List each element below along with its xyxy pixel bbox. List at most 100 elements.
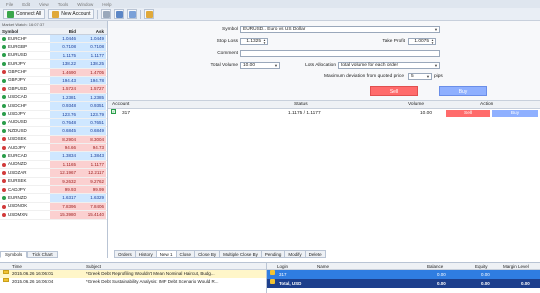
- menu-view[interactable]: View: [39, 2, 49, 7]
- trend-down-icon: [2, 87, 6, 92]
- tab-delete[interactable]: Delete: [304, 250, 326, 258]
- col-symbol[interactable]: Symbol: [0, 28, 50, 34]
- news-panel: Time Subject 2015.06.26 16:06:01 *Greek …: [0, 262, 266, 293]
- row-bid: 194.43: [50, 76, 78, 85]
- tab-pending[interactable]: Pending: [260, 250, 285, 258]
- row-ask: 12.2117: [78, 169, 106, 177]
- tab-multiple-close-by[interactable]: Multiple Close By: [219, 250, 261, 258]
- news-subject: *Greek Debt Reprofiling Wouldn't Mean No…: [86, 271, 215, 276]
- account-icon: [270, 270, 275, 275]
- col-ask[interactable]: Ask: [78, 28, 106, 34]
- tab-close[interactable]: Close: [175, 250, 195, 258]
- toolbar-button-2[interactable]: [114, 9, 125, 19]
- col-bid[interactable]: Bid: [50, 28, 78, 34]
- row-bid: 1.3834: [50, 152, 78, 160]
- spinner-icon[interactable]: ▲ ▼: [431, 39, 434, 45]
- row-symbol: EURCHF: [0, 35, 50, 42]
- stop-loss-label: Stop Loss: [216, 39, 238, 44]
- symbol-name: USDNOK: [8, 203, 28, 209]
- symbol-name: CADJPY: [8, 186, 26, 192]
- row-symbol: AUDJPY: [0, 144, 50, 151]
- symbol-name: EURCHF: [8, 35, 27, 41]
- menu-file[interactable]: File: [6, 2, 13, 7]
- row-ask: 0.7651: [78, 118, 106, 127]
- row-symbol: USDZAR: [0, 169, 50, 176]
- col-status[interactable]: Status: [294, 101, 308, 109]
- symbol-select[interactable]: EURUSD.. Euro vs US Dollar ▼: [240, 26, 440, 33]
- tab-new[interactable]: New 1: [155, 250, 176, 258]
- deviation-select[interactable]: 5 ▼: [408, 73, 432, 80]
- spinner-icon[interactable]: ▲ ▼: [263, 39, 266, 45]
- row-bid: 99.93: [50, 186, 78, 194]
- tab-close-by[interactable]: Close By: [194, 250, 220, 258]
- trend-up-icon: [2, 196, 6, 201]
- connect-all-button[interactable]: Connect All: [3, 9, 46, 19]
- market-watch-panel: Market Watch: 16:07:37 Symbol Bid Ask EU…: [0, 21, 108, 258]
- table-row[interactable]: ✓ 317 1.1175 / 1.1177 10.00 Sell Buy: [108, 109, 540, 118]
- row-checkbox[interactable]: ✓: [111, 109, 116, 114]
- row-ask: 1.0449: [78, 35, 106, 43]
- connect-all-label: Connect All: [16, 11, 42, 17]
- trend-up-icon: [2, 36, 6, 41]
- tab-history[interactable]: History: [134, 250, 156, 258]
- row-ask: 8.3004: [78, 135, 106, 144]
- col-margin-level[interactable]: Margin Level: [503, 263, 529, 270]
- row-symbol: AUDUSD: [0, 119, 50, 126]
- tab-orders[interactable]: Orders: [114, 250, 135, 258]
- sell-button[interactable]: Sell: [370, 86, 418, 96]
- tab-symbols[interactable]: Symbols: [0, 251, 28, 258]
- row-symbol: USDCHF: [0, 102, 50, 109]
- row-symbol: EURCAD: [0, 152, 50, 159]
- col-action[interactable]: Action: [480, 101, 493, 109]
- menu-tools[interactable]: Tools: [58, 2, 69, 7]
- toolbar-divider-2: [140, 9, 142, 19]
- col-subject[interactable]: Subject: [86, 263, 101, 270]
- trend-up-icon: [2, 120, 6, 125]
- news-row[interactable]: 2015.06.26 16:06:04 *Greek Debt Sustaina…: [0, 278, 266, 286]
- menu-edit[interactable]: Edit: [22, 2, 30, 7]
- col-account[interactable]: Account: [112, 101, 129, 109]
- col-login[interactable]: Login: [277, 263, 288, 270]
- menu-help[interactable]: Help: [102, 2, 111, 7]
- col-volume[interactable]: Volume: [408, 101, 424, 109]
- buy-button[interactable]: Buy: [439, 86, 487, 96]
- menu-window[interactable]: Window: [77, 2, 93, 7]
- row-ask: 0.9351: [78, 102, 106, 110]
- market-watch-tabs: Symbols Tick Chart: [0, 251, 58, 258]
- row-ask: 15.4140: [78, 211, 106, 219]
- tab-tick-chart[interactable]: Tick Chart: [27, 251, 58, 258]
- row-ask: 9.2762: [78, 177, 106, 186]
- toolbar-button-1[interactable]: [101, 9, 112, 19]
- symbol-value: EURUSD.. Euro vs US Dollar: [243, 27, 306, 32]
- envelope-icon: [3, 270, 9, 274]
- stop-loss-input[interactable]: 1.1325 ▲ ▼: [240, 38, 268, 45]
- trend-up-icon: [2, 78, 6, 83]
- col-equity[interactable]: Equity: [475, 263, 488, 270]
- row-buy-button[interactable]: Buy: [492, 110, 538, 117]
- row-bid: 1.4690: [50, 68, 78, 76]
- col-name[interactable]: Name: [317, 263, 329, 270]
- take-profit-value: 1.0075: [414, 39, 429, 44]
- symbol-name: EURJPY: [8, 60, 26, 66]
- news-row[interactable]: 2015.06.26 16:06:01 *Greek Debt Reprofil…: [0, 270, 266, 278]
- market-watch-row[interactable]: USDMXN 15.3980 15.4140: [0, 211, 107, 220]
- row-symbol: EURJPY: [0, 60, 50, 67]
- take-profit-input[interactable]: 1.0075 ▲ ▼: [408, 38, 436, 45]
- col-balance[interactable]: Balance: [427, 263, 443, 270]
- toolbar-button-3[interactable]: [127, 9, 138, 19]
- tab-modify[interactable]: Modify: [284, 250, 305, 258]
- chevron-down-icon: ▼: [434, 63, 438, 68]
- total-volume-select[interactable]: 10.00 ▼: [240, 62, 280, 69]
- new-account-button[interactable]: New Account: [48, 9, 95, 19]
- col-time[interactable]: Time: [12, 263, 22, 270]
- row-symbol: AUDNZD: [0, 161, 50, 168]
- account-row[interactable]: 317 0.00 0.00: [267, 270, 540, 279]
- row-ask: 123.79: [78, 110, 106, 118]
- comment-input[interactable]: [240, 50, 440, 57]
- account-total-row[interactable]: Total, USD 0.00 0.00 0.00: [267, 279, 540, 288]
- toolbar-button-4[interactable]: [144, 9, 155, 19]
- row-sell-button[interactable]: Sell: [446, 110, 490, 117]
- row-symbol: USDMXN: [0, 211, 50, 218]
- toolbar-divider: [97, 9, 99, 19]
- lots-allocation-select[interactable]: total volume for each order ▼: [338, 62, 440, 69]
